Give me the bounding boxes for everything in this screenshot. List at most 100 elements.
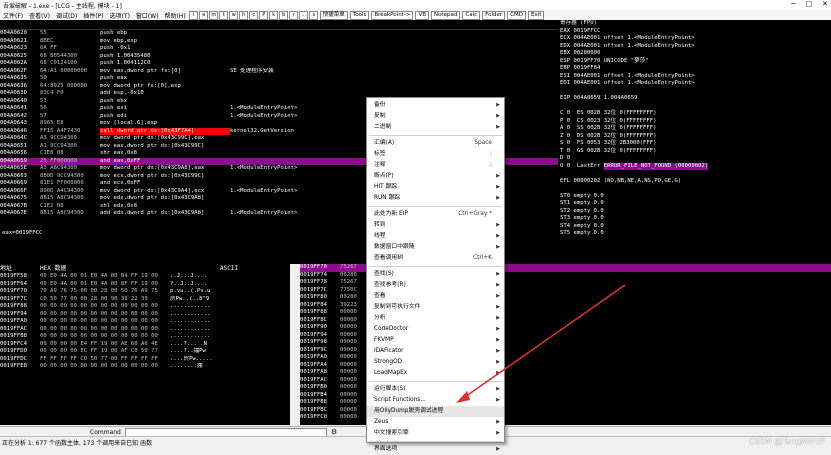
context-menu-item[interactable]: 复制 ▶ — [367, 111, 504, 122]
context-menu-item[interactable]: 汇编(A) Space — [367, 138, 504, 149]
register-line[interactable]: EBX 00280000 — [560, 50, 831, 58]
toolbar-shortcut-button[interactable]: Tools — [349, 10, 370, 20]
context-menu-item[interactable]: IDAFicator ▶ — [367, 346, 504, 357]
toolbar-shortcut-button[interactable]: Notepad — [430, 10, 461, 20]
dump-row[interactable]: 0019FFAC 00 00 00 00 00 00 00 00 00 00 00… — [0, 326, 290, 334]
disasm-row[interactable]: 004A0621 8BEC mov ebp,esp — [0, 38, 558, 46]
context-menu-item[interactable]: FKVMP ▶ — [367, 335, 504, 346]
dump-row[interactable]: 0019FF70 70 A9 76 75 00 00 28 00 50 76 A9… — [0, 288, 290, 296]
register-line[interactable]: A 0 SS 002B 32位 0(FFFFFFFF) — [560, 125, 831, 133]
disasm-row[interactable]: 004A062A 68 C0124100 push 1.004112C0 — [0, 60, 558, 68]
toolbar-letter-button[interactable]: m — [209, 10, 219, 20]
register-line[interactable]: EDX 004AE001 offset 1.<ModuleEntryPoint> — [560, 43, 831, 51]
disasm-row[interactable]: 004A0620 55 push ebp — [0, 30, 558, 38]
menu-item[interactable]: 查看(V) — [26, 11, 53, 20]
context-menu-item[interactable]: 复制到可执行文件 ▶ — [367, 302, 504, 313]
toolbar-letter-button[interactable]: h — [239, 10, 249, 20]
gear-icon[interactable]: ⚙ — [331, 428, 337, 436]
dump-row[interactable]: 0019FF64 00 E0 4A 00 01 E0 4A 00 8F FF 19… — [0, 281, 290, 289]
dump-row[interactable]: 0019FFC4 00 00 00 00 E4 FF 19 00 AE 60 A6… — [0, 341, 290, 349]
context-menu-item[interactable]: Zeus ▶ — [367, 417, 504, 428]
register-line[interactable]: ST0 empty 0.0 — [560, 193, 831, 201]
context-menu-item[interactable]: 备份 ▶ — [367, 100, 504, 111]
toolbar-letter-button[interactable]: l — [189, 10, 199, 20]
close-icon[interactable]: ✕ — [822, 0, 828, 8]
dump-row[interactable]: 0019FFDC FF FF FF FF C0 50 77 00 FF FF FF… — [0, 356, 290, 364]
toolbar-letter-button[interactable]: ... — [299, 10, 309, 20]
context-menu-item[interactable]: RUN 跟踪 ▶ — [367, 193, 504, 204]
toolbar-shortcut-button[interactable]: Exit — [527, 10, 545, 20]
register-line[interactable]: ESP 0019FF70 UNICODE "萝莎" — [560, 58, 831, 66]
context-menu-item[interactable]: 查找参考(R) ▶ — [367, 280, 504, 291]
dump-row[interactable]: 0019FF88 00 00 00 00 00 00 00 00 00 00 00… — [0, 303, 290, 311]
dump-row[interactable]: 0019FFE8 00 00 00 00 00 00 00 00 00 00 00… — [0, 363, 290, 371]
context-menu-item[interactable]: 数据窗口中跟随 ▶ — [367, 242, 504, 253]
context-menu-item[interactable]: LoadMapEx ▶ — [367, 368, 504, 379]
register-line[interactable]: EDI 004AE001 offset 1.<ModuleEntryPoint> — [560, 80, 831, 88]
context-menu-item[interactable]: Script Functions... ▶ — [367, 395, 504, 406]
toolbar-shortcut-button[interactable]: Folder — [482, 10, 506, 20]
disasm-row[interactable]: 004A0635 50 push eax — [0, 75, 558, 83]
menu-item[interactable]: 帮助(H) — [162, 11, 189, 20]
register-line[interactable]: EIP 004A0659 1.004A0659 — [560, 95, 831, 103]
context-menu-item[interactable]: 注释; — [367, 160, 504, 171]
context-menu-item[interactable]: HIT 跟踪 ▶ — [367, 182, 504, 193]
toolbar-shortcut-button[interactable]: BreakPoint-> — [371, 10, 414, 20]
dump-row[interactable]: 0019FFA0 00 00 00 00 00 00 00 00 00 00 00… — [0, 318, 290, 326]
context-menu-item[interactable]: 二进制 ▶ — [367, 122, 504, 133]
context-menu-item[interactable]: 查看 ▶ — [367, 291, 504, 302]
dump-row[interactable]: 0019FFD0 00 00 00 00 EC FF 19 00 AF C0 50… — [0, 348, 290, 356]
register-line[interactable]: T 0 GS 002B 32位 0(FFFFFFFF) — [560, 148, 831, 156]
register-line[interactable]: EFL 00000202 (NO,NB,NE,A,NS,PO,GE,G) — [560, 178, 831, 186]
registers-pane[interactable]: 寄存器 (FPU) EAX 0019FFCC ECX 004AE001 offset… — [558, 20, 831, 237]
context-menu-item[interactable]: 查找(S) ▶ — [367, 269, 504, 280]
toolbar-shortcut-button[interactable]: Calc — [462, 10, 481, 20]
register-line[interactable]: ST3 empty 0.0 — [560, 215, 831, 223]
toolbar-shortcut-button[interactable]: CMD — [507, 10, 526, 20]
toolbar-letter-button[interactable]: w — [229, 10, 239, 20]
toolbar-letter-button[interactable]: t — [219, 10, 229, 20]
register-line[interactable] — [560, 88, 831, 96]
toolbar-letter-button[interactable]: k — [269, 10, 279, 20]
toolbar-shortcut-button[interactable]: VB — [415, 10, 429, 20]
register-line[interactable]: O 0 LastErr ERROR_FILE_NOT_FOUND (000000… — [560, 162, 831, 170]
toolbar-letter-button[interactable]: c — [249, 10, 259, 20]
register-line[interactable]: ECX 004AE001 offset 1.<ModuleEntryPoint> — [560, 35, 831, 43]
toolbar-letter-button[interactable]: b — [279, 10, 289, 20]
minimize-icon[interactable]: ─ — [791, 0, 795, 8]
register-line[interactable]: ST1 empty 0.0 — [560, 200, 831, 208]
dump-row[interactable]: 0019FF58 00 E0 4A 00 01 E0 4A 00 B4 FF 19… — [0, 273, 290, 281]
disasm-row[interactable]: 004A062F 64:A1 00000000 mov eax,dword ptr … — [0, 68, 558, 76]
menu-item[interactable]: 选项(T) — [107, 11, 133, 20]
menu-item[interactable]: 窗口(W) — [133, 11, 162, 20]
context-menu-item[interactable]: 用OllyDump脱壳调试进程 — [367, 406, 504, 417]
toolbar-letter-button[interactable]: s — [309, 10, 319, 20]
context-menu-item[interactable]: 中文搜索引擎 ▶ — [367, 428, 504, 439]
context-menu-item[interactable]: 查看调用树 Ctrl+K — [367, 253, 504, 264]
register-line[interactable]: S 0 FS 0053 32位 2B3000(FFF) — [560, 140, 831, 148]
register-line[interactable]: ST5 empty 0.0 — [560, 230, 831, 237]
dump-pane[interactable]: 0019FF58 00 E0 4A 00 01 E0 4A 00 B4 FF 19… — [0, 273, 290, 425]
context-menu-item[interactable]: 线程 ▶ — [367, 231, 504, 242]
menu-item[interactable]: 调试(D) — [53, 11, 80, 20]
maximize-icon[interactable]: □ — [806, 0, 813, 8]
register-line[interactable]: P 0 CS 0023 32位 0(FFFFFFFF) — [560, 118, 831, 126]
context-menu-item[interactable]: 标签: — [367, 149, 504, 160]
toolbar-letter-button[interactable]: r — [289, 10, 299, 20]
register-line[interactable]: C 0 ES 002B 32位 0(FFFFFFFF) — [560, 110, 831, 118]
toolbar-letter-button[interactable]: P — [259, 10, 269, 20]
context-menu-item[interactable]: 断点(P) ▶ — [367, 171, 504, 182]
register-line[interactable] — [560, 170, 831, 178]
register-line[interactable]: EBP 0019FF84 — [560, 65, 831, 73]
dump-row[interactable]: 0019FFB8 00 00 00 00 00 00 00 00 00 00 00… — [0, 333, 290, 341]
menu-item[interactable]: 文件(F) — [0, 11, 26, 20]
register-line[interactable]: Z 0 DS 002B 32位 0(FFFFFFFF) — [560, 133, 831, 141]
disasm-row[interactable]: 004A0636 64:8925 000000 mov dword ptr fs:[… — [0, 83, 558, 91]
context-menu-item[interactable]: StrongOD ▶ — [367, 357, 504, 368]
dump-row[interactable]: 0019FF94 00 00 00 00 00 00 00 00 00 00 00… — [0, 311, 290, 319]
register-line[interactable] — [560, 103, 831, 111]
context-menu-item[interactable]: 转到 ▶ — [367, 220, 504, 231]
disasm-row[interactable]: 004A0625 68 80544300 push 1.00435480 — [0, 53, 558, 61]
context-menu-item[interactable]: 分析 ▶ — [367, 313, 504, 324]
register-line[interactable]: D 0 — [560, 155, 831, 163]
